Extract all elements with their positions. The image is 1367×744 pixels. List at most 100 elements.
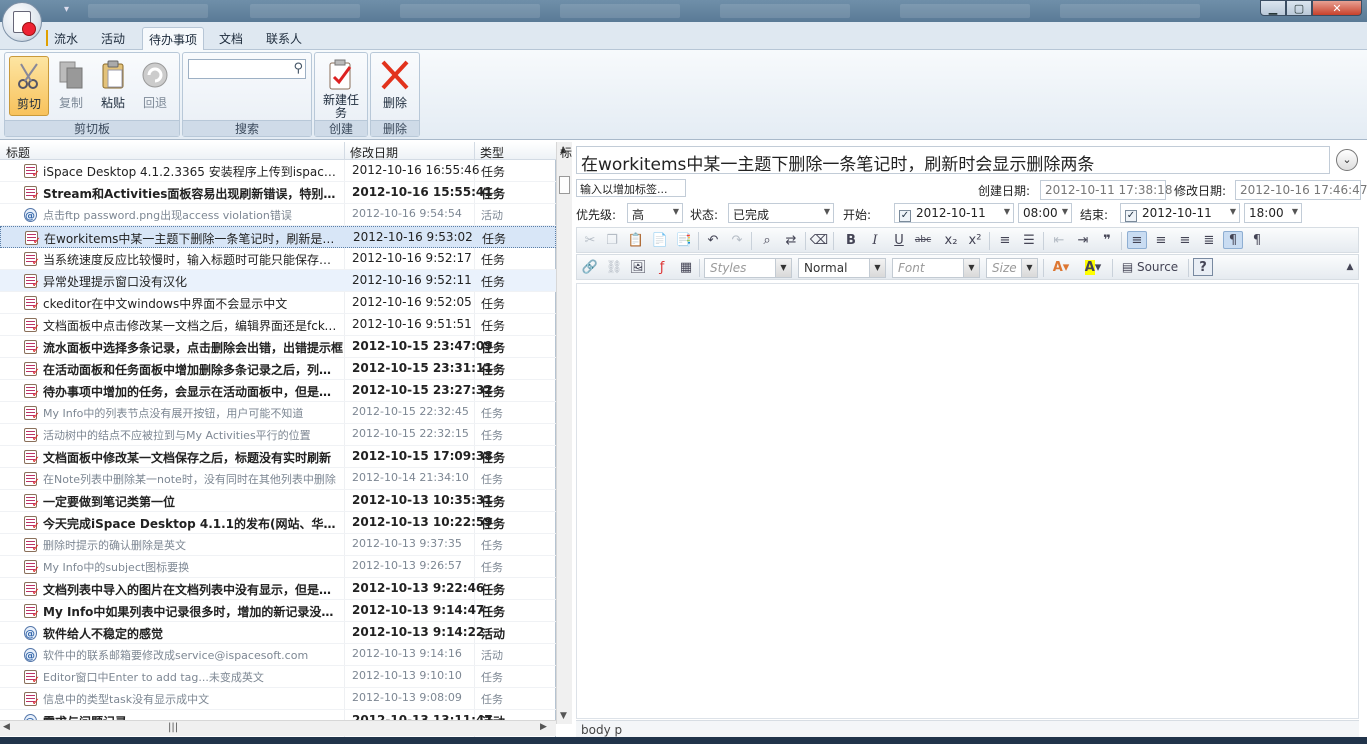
list-vertical-scrollbar[interactable]: ▲ ▼ [556, 142, 572, 724]
collapse-toolbar-icon[interactable]: ▲ [1340, 258, 1360, 276]
list-horizontal-scrollbar[interactable]: ◀ ||| ▶ [0, 720, 556, 736]
search-input[interactable]: ⚲ [188, 59, 306, 79]
status-select[interactable]: 已完成 ▼ [728, 203, 834, 223]
start-time-picker[interactable]: 08:00 ▼ [1018, 203, 1072, 223]
copy-icon[interactable]: ❐ [602, 231, 622, 249]
table-row[interactable]: ckeditor在中文windows中界面不会显示中文 2012-10-16 9:… [0, 292, 556, 314]
rtl-icon[interactable]: ¶ [1247, 231, 1267, 249]
indent-icon[interactable]: ⇥ [1073, 231, 1093, 249]
table-row[interactable]: My Info中的列表节点没有展开按钮，用户可能不知道 2012-10-15 22… [0, 402, 556, 424]
scroll-left-icon[interactable]: ◀ [3, 722, 10, 732]
align-right-icon[interactable]: ≡ [1175, 231, 1195, 249]
flash-icon[interactable]: ƒ [652, 258, 672, 276]
paste-word-icon[interactable]: 📑 [674, 231, 694, 249]
paste-text-icon[interactable]: 📄 [650, 231, 670, 249]
align-center-icon[interactable]: ≡ [1151, 231, 1171, 249]
table-row[interactable]: 软件中的联系邮箱要修改成service@ispacesoft.com 2012-1… [0, 644, 556, 666]
strikethrough-icon[interactable]: abc [913, 231, 933, 249]
quick-access-dropdown-icon[interactable]: ▾ [64, 4, 69, 15]
table-row[interactable]: Editor窗口中Enter to add tag...未变成英文 2012-10… [0, 666, 556, 688]
start-date-picker[interactable]: ✓ 2012-10-11 ▼ [894, 203, 1014, 223]
tab-stream[interactable]: 流水 [48, 27, 84, 50]
table-row[interactable]: 文档面板中点击修改某一文档之后，编辑界面还是fckeditor 2012-10-1… [0, 314, 556, 336]
table-row[interactable]: 文档列表中导入的图片在文档列表中没有显示，但是能够搜索到 2012-10-13 9… [0, 578, 556, 600]
align-left-icon[interactable]: ≡ [1127, 231, 1147, 249]
format-dropdown[interactable]: Normal ▼ [798, 258, 886, 278]
scroll-grip-icon[interactable]: ||| [168, 722, 178, 733]
help-icon[interactable]: ? [1193, 258, 1213, 276]
tag-input[interactable]: 输入以增加标签... [576, 179, 686, 197]
undo-button[interactable]: 回退 [135, 56, 175, 116]
numbered-list-icon[interactable]: ≡ [995, 231, 1015, 249]
paste-button[interactable]: 粘贴 [93, 56, 133, 116]
outdent-icon[interactable]: ⇤ [1049, 231, 1069, 249]
bulleted-list-icon[interactable]: ☰ [1019, 231, 1039, 249]
table-row[interactable]: 需求与问题记录 2012-10-13 13:11:47活动 [0, 710, 556, 720]
tab-activities[interactable]: 活动 [95, 27, 131, 50]
tab-contacts[interactable]: 联系人 [260, 27, 308, 50]
table-row[interactable]: 流水面板中选择多条记录，点击删除会出错，出错提示框 2012-10-15 23:4… [0, 336, 556, 358]
table-row[interactable]: 在workitems中某一主题下删除一条笔记时，刷新是会显示删除两条 2012-1… [0, 226, 556, 248]
table-row[interactable]: Stream和Activities面板容易出现刷新错误，特别是大量数据时 2012… [0, 182, 556, 204]
scroll-down-icon[interactable]: ▼ [560, 711, 567, 721]
table-row[interactable]: 在Note列表中删除某一note时，没有同时在其他列表中删除 2012-10-14… [0, 468, 556, 490]
table-row[interactable]: 信息中的类型task没有显示成中文 2012-10-13 9:08:09 任务 [0, 688, 556, 710]
table-row[interactable]: 点击ftp password.png出现access violation错误 20… [0, 204, 556, 226]
close-button[interactable]: ✕ [1312, 0, 1362, 16]
copy-button[interactable]: 复制 [51, 56, 91, 116]
maximize-button[interactable]: ▢ [1286, 0, 1312, 16]
editor-content-area[interactable] [576, 283, 1359, 719]
cut-icon[interactable]: ✂ [580, 231, 600, 249]
tab-documents[interactable]: 文档 [213, 27, 249, 50]
table-row[interactable]: My Info中的subject图标要换 2012-10-13 9:26:57 任务 [0, 556, 556, 578]
priority-select[interactable]: 高 ▼ [627, 203, 683, 223]
end-date-picker[interactable]: ✓ 2012-10-11 ▼ [1120, 203, 1240, 223]
app-menu-button[interactable] [2, 2, 42, 42]
find-icon[interactable]: ⌕ [757, 231, 777, 249]
scroll-thumb[interactable] [559, 176, 570, 194]
paste-icon[interactable]: 📋 [626, 231, 646, 249]
table-row[interactable]: 软件给人不稳定的感觉 2012-10-13 9:14:22活动 [0, 622, 556, 644]
table-row[interactable]: 待办事项中增加的任务，会显示在活动面板中，但是不显示 2012-10-15 23:… [0, 380, 556, 402]
text-color-icon[interactable]: A▾ [1047, 258, 1075, 276]
link-icon[interactable]: 🔗 [580, 258, 600, 276]
size-dropdown[interactable]: Size ▼ [986, 258, 1038, 278]
minimize-button[interactable]: ▁ [1260, 0, 1286, 16]
replace-icon[interactable]: ⇄ [781, 231, 801, 249]
table-row[interactable]: 文档面板中修改某一文档保存之后，标题没有实时刷新 2012-10-15 17:09… [0, 446, 556, 468]
column-title[interactable]: 标题 [6, 144, 30, 161]
bold-icon[interactable]: B [841, 231, 861, 249]
table-row[interactable]: iSpace Desktop 4.1.2.3365 安装程序上传到ispaces… [0, 160, 556, 182]
scroll-right-icon[interactable]: ▶ [540, 722, 547, 732]
table-row[interactable]: 今天完成iSpace Desktop 4.1.1的发布(网站、华军、天空) 201… [0, 512, 556, 534]
start-checkbox[interactable]: ✓ [899, 210, 911, 222]
undo-icon[interactable]: ↶ [703, 231, 723, 249]
table-icon[interactable]: ▦ [676, 258, 696, 276]
table-row[interactable]: 删除时提示的确认删除是英文 2012-10-13 9:37:35 任务 [0, 534, 556, 556]
superscript-icon[interactable]: x² [965, 231, 985, 249]
cut-button[interactable]: 剪切 [9, 56, 49, 116]
column-modified[interactable]: 修改日期 [350, 144, 398, 161]
end-time-picker[interactable]: 18:00 ▼ [1244, 203, 1302, 223]
remove-format-icon[interactable]: ⌫ [809, 231, 829, 249]
table-row[interactable]: 当系统速度反应比较慢时，输入标题时可能只能保存部分文字 2012-10-16 9:… [0, 248, 556, 270]
table-row[interactable]: My Info中如果列表中记录很多时，增加的新记录没有显示 2012-10-13 … [0, 600, 556, 622]
subject-input[interactable]: 在workitems中某一主题下删除一条笔记时，刷新时会显示删除两条 [576, 146, 1330, 174]
end-checkbox[interactable]: ✓ [1125, 210, 1137, 222]
table-row[interactable]: 一定要做到笔记类第一位 2012-10-13 10:35:31任务 [0, 490, 556, 512]
table-row[interactable]: 在活动面板和任务面板中增加删除多条记录之后，列表不刷新 2012-10-15 23… [0, 358, 556, 380]
justify-icon[interactable]: ≣ [1199, 231, 1219, 249]
table-row[interactable]: 异常处理提示窗口没有汉化 2012-10-16 9:52:11 任务 [0, 270, 556, 292]
source-button[interactable]: ▤ Source [1117, 258, 1183, 276]
new-task-button[interactable]: 新建任务 [317, 56, 365, 120]
expand-chevron-icon[interactable]: ⌄ [1336, 149, 1358, 171]
tab-todo[interactable]: 待办事项 [142, 27, 205, 50]
font-dropdown[interactable]: Font ▼ [892, 258, 980, 278]
ltr-icon[interactable]: ¶ [1223, 231, 1243, 249]
unlink-icon[interactable]: ⛓ [604, 258, 624, 276]
subscript-icon[interactable]: x₂ [941, 231, 961, 249]
column-type[interactable]: 类型 [480, 144, 504, 161]
italic-icon[interactable]: I [865, 231, 885, 249]
styles-dropdown[interactable]: Styles ▼ [704, 258, 792, 278]
redo-icon[interactable]: ↷ [727, 231, 747, 249]
